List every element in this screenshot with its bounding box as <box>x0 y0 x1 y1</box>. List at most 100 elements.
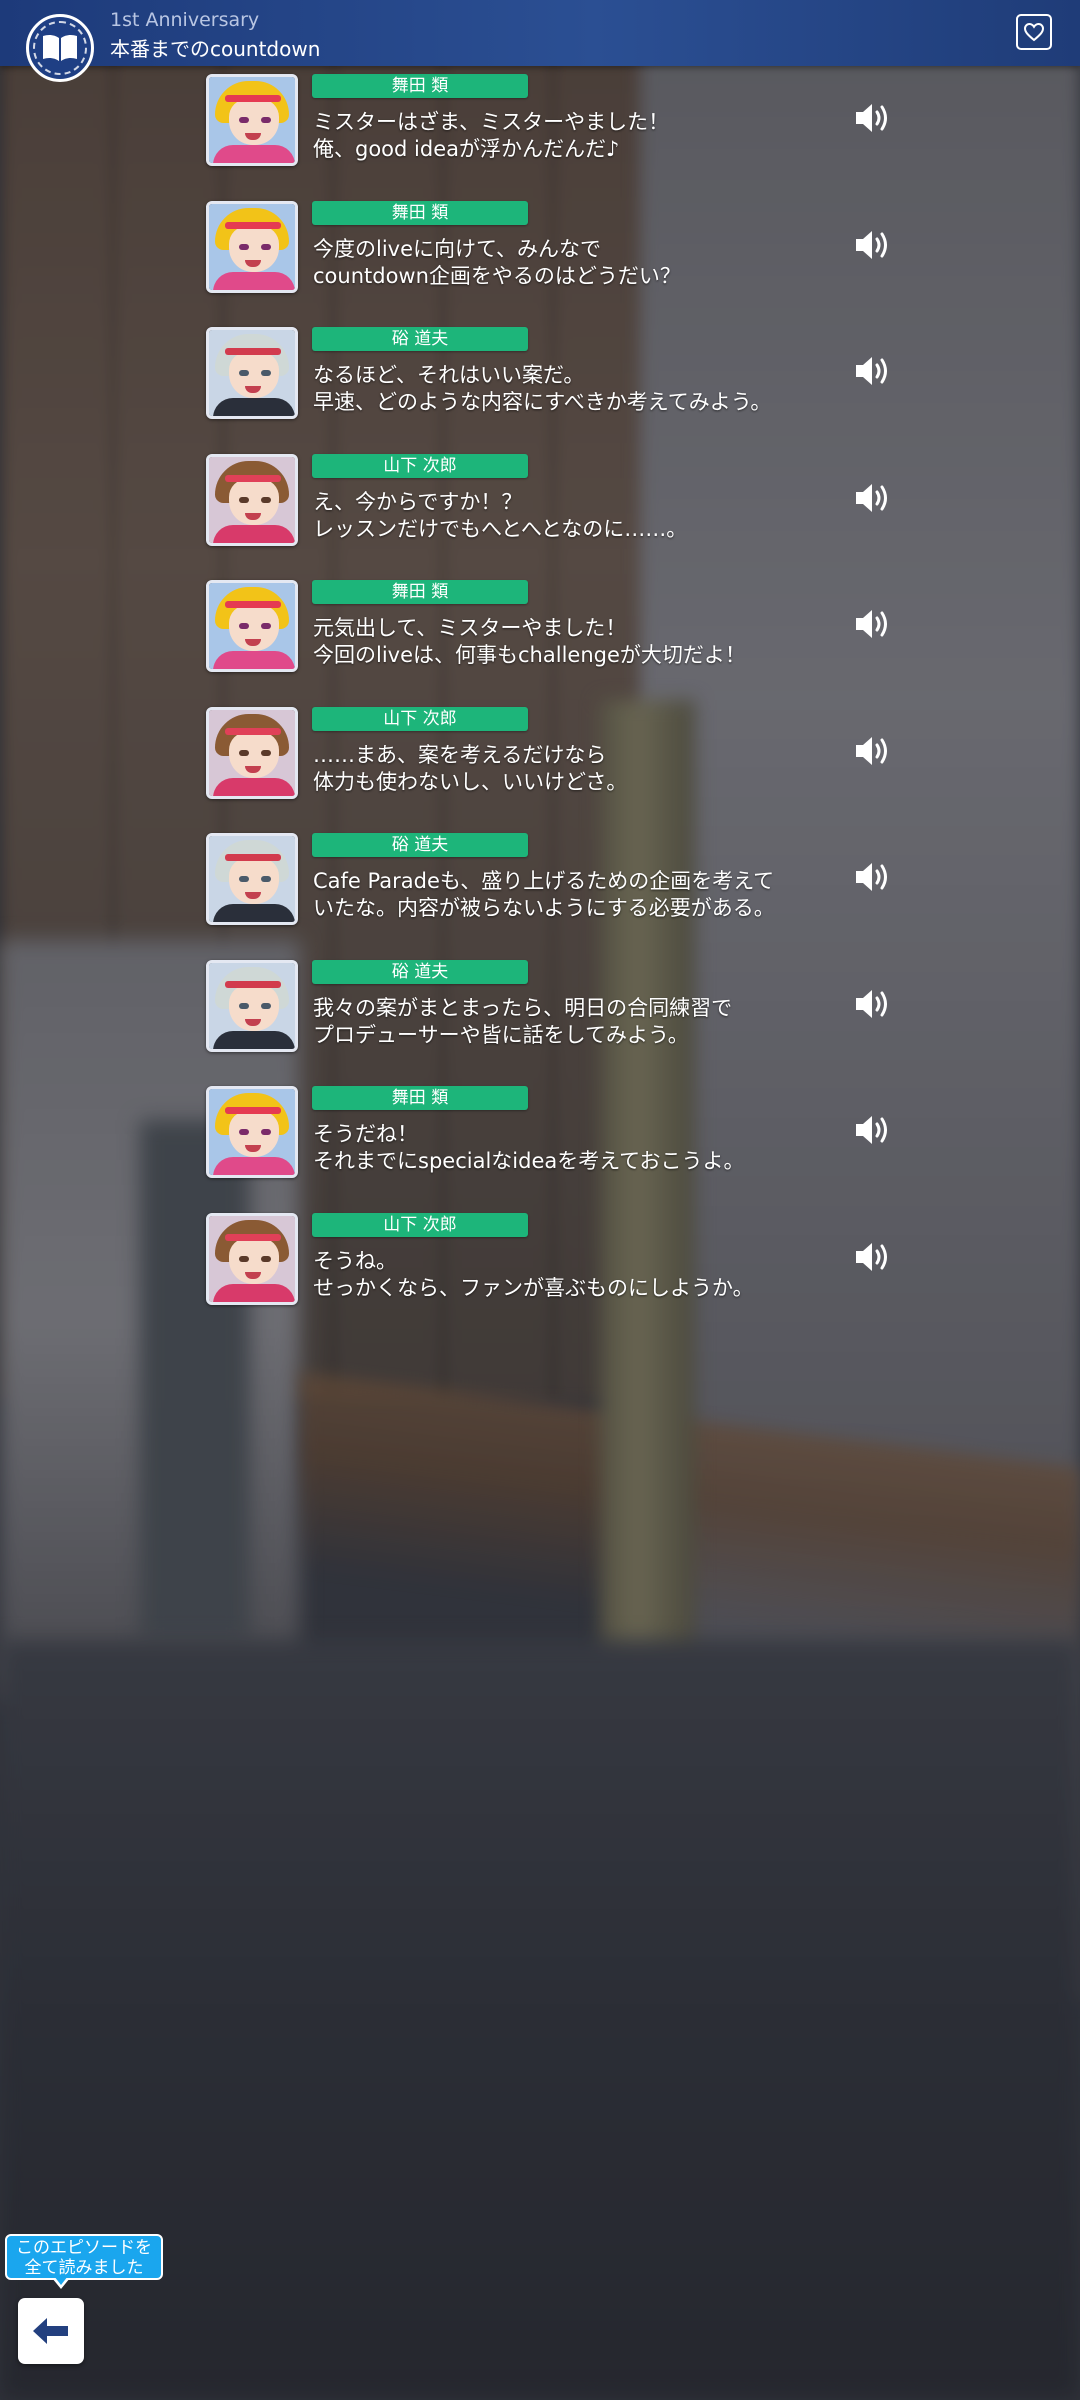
speaker-avatar <box>206 74 298 166</box>
dialogue-entry: 舞田 類 そうだね！ それまでにspecialなideaを考えておこうよ。 <box>0 1084 1080 1211</box>
speaker-avatar <box>206 1212 298 1305</box>
avatar-eye <box>239 623 249 629</box>
dialogue-entry: 山下 次郎 え、今からですか！？ レッスンだけでもへとへとなのに……。 <box>0 452 1080 579</box>
dialogue-line: レッスンだけでもへとへとなのに……。 <box>313 516 688 541</box>
avatar-eye <box>261 243 271 250</box>
open-book-icon[interactable] <box>26 14 94 82</box>
speaker-name: 山下 次郎 <box>312 1212 528 1237</box>
dialogue-line: それまでにspecialなideaを考えておこうよ。 <box>313 1149 745 1173</box>
avatar-body <box>213 777 295 796</box>
avatar-eye <box>239 1129 249 1135</box>
dialogue-entry: 山下 次郎 そうね。 せっかくなら、ファンが喜ぶものにしようか。 <box>0 1211 1080 1338</box>
speaker-icon <box>856 483 887 512</box>
back-button[interactable] <box>18 2298 84 2364</box>
speaker-name: 舞田 類 <box>312 580 528 604</box>
dialogue-line: なるほど、それはいい案だ。 <box>313 363 585 387</box>
avatar-eye <box>239 749 249 756</box>
dialogue-line: 元気出して、ミスターやました！ <box>313 616 627 640</box>
avatar-eye <box>261 876 271 882</box>
speaker-name: 舞田 類 <box>312 200 528 225</box>
avatar-eye <box>261 496 271 503</box>
avatar-eye <box>239 1002 249 1009</box>
speaker-name: 舞田 類 <box>312 74 528 98</box>
dialogue-entry: 舞田 類 ミスターはざま、ミスターやました！ 俺、good ideaが浮かんだん… <box>0 72 1080 199</box>
complete-text-line2: 全て読みました <box>24 2258 144 2278</box>
voice-play-button[interactable] <box>850 351 896 391</box>
dialogue-line: 今回のliveは、何事もchallengeが大切だよ！ <box>313 643 746 667</box>
dialogue-line: 今度のliveに向けて、みんなで <box>313 236 601 261</box>
speaker-name: 山下 次郎 <box>312 453 528 478</box>
speaker-icon <box>856 863 887 891</box>
dialogue-line: そうね。 <box>313 1248 397 1273</box>
avatar-eye <box>239 496 249 503</box>
avatar-eye <box>239 243 249 250</box>
voice-play-button[interactable] <box>850 731 896 771</box>
badge-pointer <box>52 2276 70 2289</box>
avatar-eye <box>261 1002 271 1009</box>
voice-play-button[interactable] <box>850 604 896 644</box>
avatar-body <box>213 904 295 922</box>
complete-text-line1: このエピソードを <box>16 2238 152 2258</box>
speaker-avatar <box>206 959 298 1052</box>
voice-play-button[interactable] <box>850 857 896 897</box>
dialogue-line: ……まあ、案を考えるだけなら <box>313 742 607 767</box>
avatar-headband <box>225 95 281 102</box>
speaker-name: 山下 次郎 <box>312 706 528 731</box>
header-bar: 1st Anniversary 本番までのcountdown <box>0 0 1080 82</box>
avatar-headband <box>225 727 281 735</box>
left-arrow-icon <box>33 2318 68 2344</box>
voice-play-button[interactable] <box>850 98 896 138</box>
speaker-icon <box>856 736 887 765</box>
speaker-icon <box>856 357 887 385</box>
voice-play-button[interactable] <box>850 1110 896 1150</box>
voice-play-button[interactable] <box>850 1237 896 1277</box>
avatar-headband <box>225 1233 281 1241</box>
voice-play-button[interactable] <box>850 478 896 518</box>
dialogue-line: え、今からですか！？ <box>313 489 523 514</box>
dialogue-line: 我々の案がまとまったら、明日の合同練習で <box>313 995 733 1020</box>
dialogue-entry: 硲 道夫 Cafe Paradeも、盛り上げるための企画を考えて いたな。内容が… <box>0 831 1080 958</box>
speaker-name: 硲 道夫 <box>312 833 528 857</box>
avatar-body <box>213 1030 295 1049</box>
speaker-icon <box>856 1116 887 1144</box>
avatar-body <box>213 398 295 416</box>
avatar-headband <box>225 474 281 482</box>
speaker-icon <box>856 989 887 1018</box>
episode-complete-badge: このエピソードを 全て読みました <box>5 2234 163 2280</box>
dialogue-entry: 山下 次郎 ……まあ、案を考えるだけなら 体力も使わないし、いいけどさ。 <box>0 705 1080 832</box>
avatar-eye <box>239 876 249 882</box>
dialogue-entry: 硲 道夫 我々の案がまとまったら、明日の合同練習で プロデューサーや皆に話をして… <box>0 958 1080 1085</box>
avatar-eye <box>239 370 249 376</box>
speaker-icon <box>856 610 887 638</box>
avatar-body <box>213 1283 295 1302</box>
avatar-eye <box>261 1129 271 1135</box>
dialogue-line: countdown企画をやるのはどうだい？ <box>313 263 681 288</box>
voice-play-button[interactable] <box>850 225 896 265</box>
dialogue-line: ミスターはざま、ミスターやました！ <box>313 110 670 134</box>
avatar-eye <box>239 1255 249 1262</box>
dialogue-line: いたな。内容が被らないようにする必要がある。 <box>313 896 775 920</box>
avatar-headband <box>225 854 281 861</box>
speaker-icon <box>856 230 887 259</box>
voice-play-button[interactable] <box>850 984 896 1024</box>
speaker-avatar <box>206 200 298 293</box>
avatar-eye <box>261 370 271 376</box>
dialogue-line: プロデューサーや皆に話をしてみよう。 <box>313 1022 689 1047</box>
open-book-icon-glyph <box>43 34 77 61</box>
speaker-name: 硲 道夫 <box>312 327 528 351</box>
dialogue-entry: 硲 道夫 なるほど、それはいい案だ。 早速、どのような内容にすべきか考えてみよう… <box>0 325 1080 452</box>
episode-title: 本番までのcountdown <box>110 37 321 61</box>
avatar-body <box>213 651 295 669</box>
favorite-button[interactable] <box>1016 14 1052 50</box>
speaker-avatar <box>206 833 298 925</box>
dialogue-line: 体力も使わないし、いいけどさ。 <box>313 769 628 794</box>
dialogue-line: そうだね！ <box>313 1122 418 1146</box>
speaker-avatar <box>206 1086 298 1178</box>
avatar-headband <box>225 1107 281 1114</box>
avatar-eye <box>261 749 271 756</box>
dialogue-log: 舞田 類 ミスターはざま、ミスターやました！ 俺、good ideaが浮かんだん… <box>0 72 1080 1337</box>
speaker-name: 舞田 類 <box>312 1086 528 1110</box>
dialogue-line: 早速、どのような内容にすべきか考えてみよう。 <box>313 390 772 414</box>
dialogue-entry: 舞田 類 元気出して、ミスターやました！ 今回のliveは、何事もchallen… <box>0 578 1080 705</box>
dialogue-entry: 舞田 類 今度のliveに向けて、みんなで countdown企画をやるのはどう… <box>0 199 1080 326</box>
